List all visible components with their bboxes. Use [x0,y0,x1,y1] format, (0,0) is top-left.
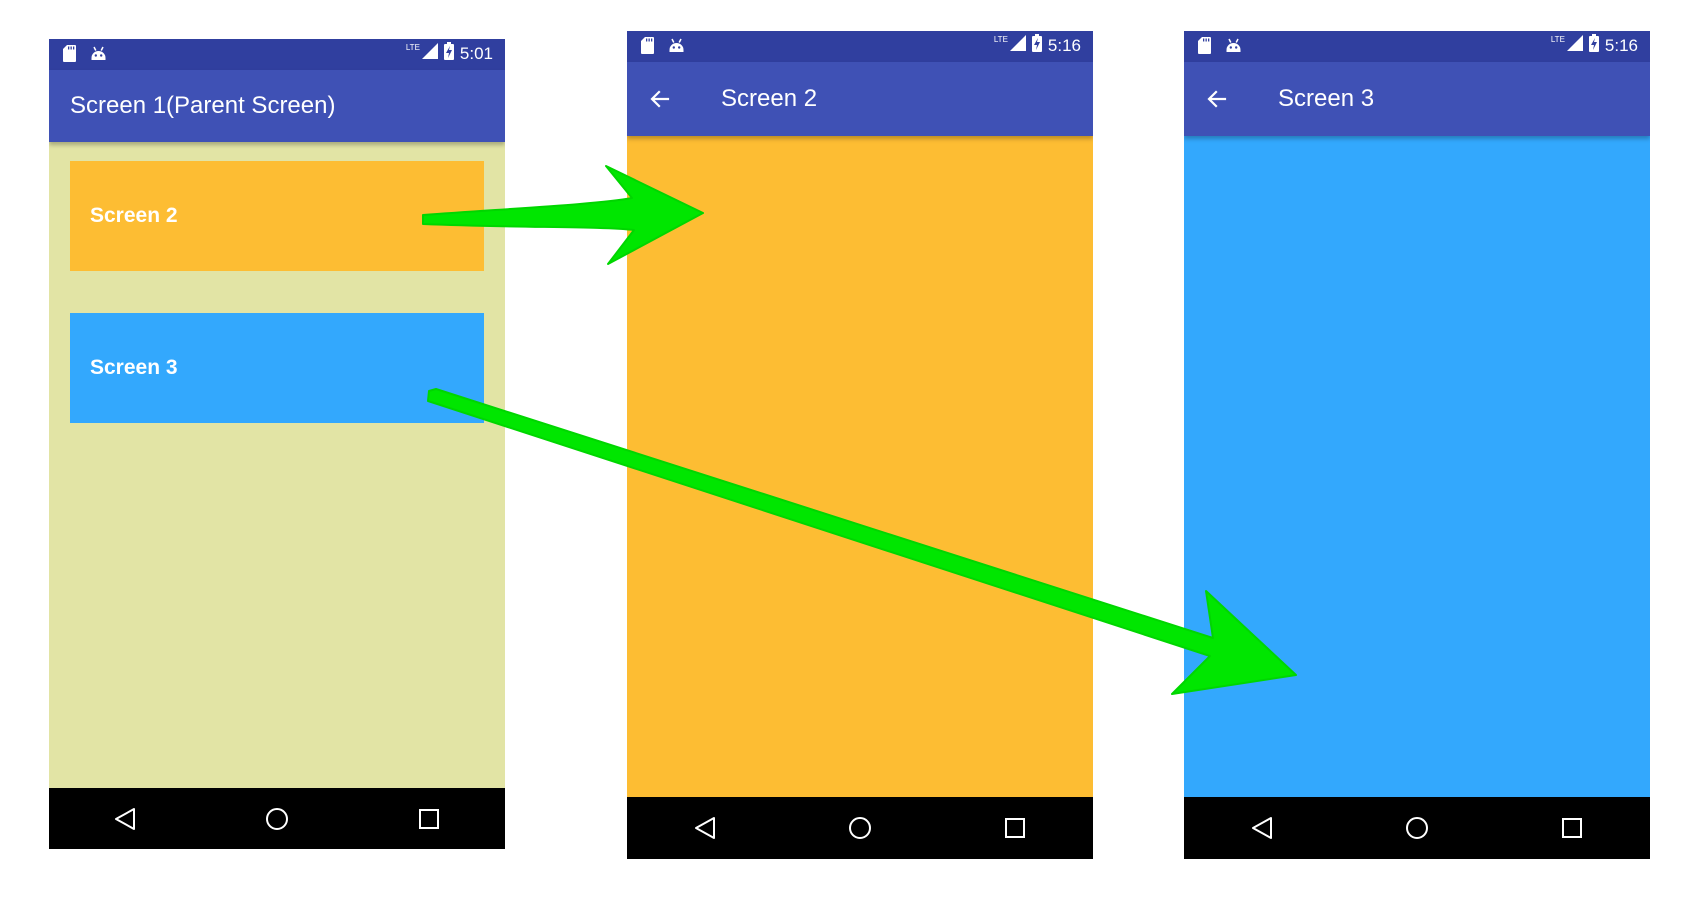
back-nav-icon[interactable] [1240,806,1284,850]
battery-charging-icon [443,42,454,65]
navigation-bar [1184,797,1650,859]
status-time: 5:16 [1047,35,1081,55]
phone-screen-2: LTE 5:16 Screen 2 [627,31,1093,859]
navigation-bar [49,788,505,849]
status-time: 5:01 [459,43,493,63]
status-bar: LTE 5:16 [1184,31,1650,62]
android-icon [668,37,685,58]
android-icon [90,45,107,66]
signal-icon [1009,35,1026,56]
network-type-label: LTE [1550,35,1565,44]
sd-card-icon [63,45,76,66]
status-bar: LTE 5:01 [49,39,505,70]
page-title: Screen 1(Parent Screen) [70,92,336,119]
battery-charging-icon [1588,34,1599,57]
sd-card-icon [641,37,654,58]
app-bar: Screen 3 [1184,62,1650,136]
recents-nav-icon[interactable] [407,797,451,841]
phone-screen-1: LTE 5:01 Screen 1(Parent Screen) Screen … [49,39,505,849]
back-nav-icon[interactable] [683,806,727,850]
page-title: Screen 2 [721,85,818,112]
network-type-label: LTE [993,35,1008,44]
recents-nav-icon[interactable] [993,806,1037,850]
arrow-left-icon[interactable] [645,84,675,114]
phone-screen-3: LTE 5:16 Screen 3 [1184,31,1650,859]
button-label: Screen 3 [90,356,178,379]
app-bar: Screen 2 [627,62,1093,136]
home-nav-icon[interactable] [838,806,882,850]
battery-charging-icon [1031,34,1042,57]
open-screen-3-button[interactable]: Screen 3 [70,313,484,423]
page-title: Screen 3 [1278,85,1375,112]
android-icon [1225,37,1242,58]
network-type-label: LTE [405,43,420,52]
status-bar: LTE 5:16 [627,31,1093,62]
signal-icon [421,43,438,64]
button-label: Screen 2 [90,204,178,227]
open-screen-2-button[interactable]: Screen 2 [70,161,484,271]
navigation-bar [627,797,1093,859]
status-time: 5:16 [1604,35,1638,55]
signal-icon [1566,35,1583,56]
recents-nav-icon[interactable] [1550,806,1594,850]
arrow-left-icon[interactable] [1202,84,1232,114]
home-nav-icon[interactable] [1395,806,1439,850]
home-nav-icon[interactable] [255,797,299,841]
back-nav-icon[interactable] [103,797,147,841]
sd-card-icon [1198,37,1211,58]
app-bar: Screen 1(Parent Screen) [49,70,505,142]
